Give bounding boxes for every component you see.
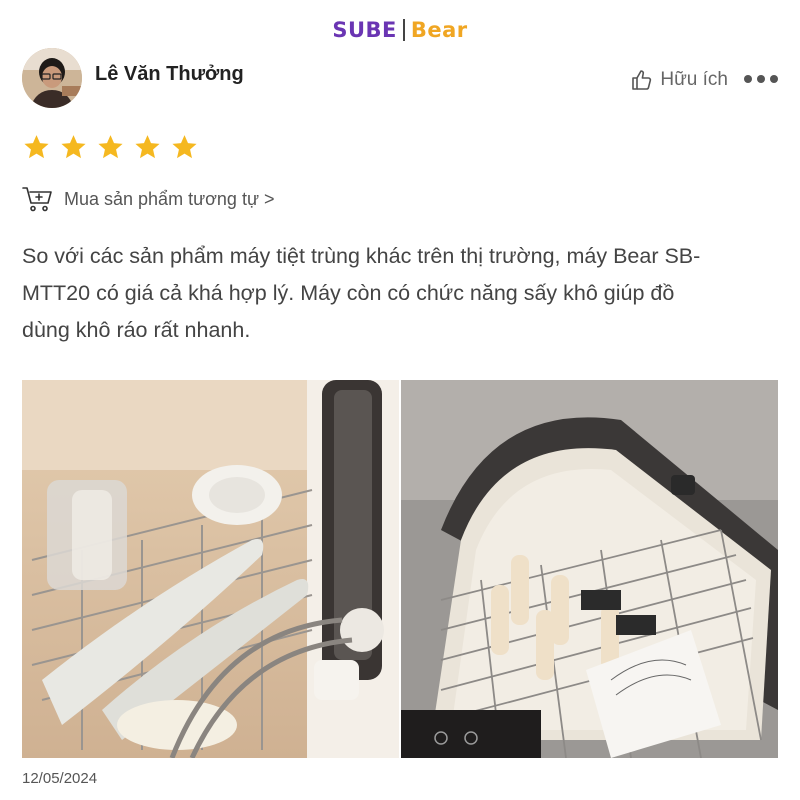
review-photo-dish-rack[interactable] bbox=[22, 380, 399, 758]
review-photo-sterilizer-cabinet[interactable] bbox=[401, 380, 778, 758]
star-rating bbox=[22, 133, 199, 162]
star-icon bbox=[98, 135, 123, 159]
review-photos bbox=[22, 380, 778, 758]
buy-similar-link[interactable]: Mua sản phẩm tương tự > bbox=[22, 185, 275, 213]
star-icon bbox=[61, 135, 86, 159]
star-icon bbox=[172, 135, 197, 159]
brand-divider bbox=[402, 19, 405, 41]
review-text: So với các sản phẩm máy tiệt trùng khác … bbox=[22, 244, 701, 342]
star-icon bbox=[135, 135, 160, 159]
buy-similar-label: Mua sản phẩm tương tự > bbox=[64, 188, 275, 209]
brand-bear-logo: Bear bbox=[410, 18, 468, 42]
star-icon bbox=[24, 135, 49, 159]
brand-logo: SUBE Bear bbox=[0, 18, 800, 42]
review-date: 12/05/2024 bbox=[22, 770, 98, 787]
helpful-button[interactable]: Hữu ích bbox=[630, 68, 728, 92]
review-author-name[interactable]: Lê Văn Thưởng bbox=[95, 63, 244, 86]
helpful-label: Hữu ích bbox=[660, 69, 728, 90]
more-options-button[interactable] bbox=[744, 72, 778, 86]
more-dots-icon bbox=[744, 75, 752, 83]
avatar[interactable] bbox=[22, 48, 82, 108]
cart-add-icon bbox=[22, 187, 52, 212]
review-header: Lê Văn Thưởng Hữu ích bbox=[22, 48, 778, 110]
thumbs-up-icon bbox=[632, 70, 652, 90]
brand-sube-logo: SUBE bbox=[332, 18, 397, 42]
